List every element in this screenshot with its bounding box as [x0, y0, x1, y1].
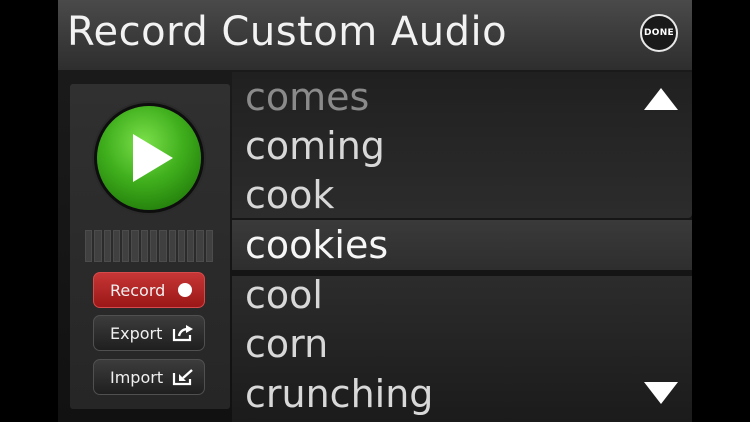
- level-meter: [85, 230, 213, 262]
- list-item-selected[interactable]: cookies: [232, 220, 692, 270]
- meter-segment: [168, 230, 176, 262]
- list-item[interactable]: cool: [232, 270, 692, 320]
- meter-segment: [159, 230, 167, 262]
- page-title: Record Custom Audio: [67, 9, 508, 55]
- meter-segment: [140, 230, 148, 262]
- export-button[interactable]: Export: [93, 315, 205, 351]
- meter-segment: [122, 230, 130, 262]
- meter-segment: [196, 230, 204, 262]
- list-item[interactable]: coming: [232, 121, 692, 171]
- record-button[interactable]: Record: [93, 272, 205, 308]
- list-item[interactable]: cook: [232, 170, 692, 220]
- header-bar: Record Custom Audio DONE: [58, 0, 692, 71]
- list-item[interactable]: corn: [232, 319, 692, 369]
- meter-segment: [103, 230, 111, 262]
- play-button[interactable]: [97, 106, 201, 210]
- recording-control-panel: Record Export Import: [70, 84, 230, 409]
- meter-segment: [85, 230, 93, 262]
- export-icon: [172, 325, 193, 342]
- triangle-up-icon[interactable]: [644, 88, 678, 110]
- record-dot-icon: [178, 283, 192, 297]
- import-label: Import: [110, 367, 164, 387]
- app-window: Record Custom Audio DONE Record Export I…: [58, 0, 692, 422]
- word-list[interactable]: comes coming cook cookies cool corn crun…: [232, 72, 692, 422]
- meter-segment: [177, 230, 186, 262]
- list-item[interactable]: comes: [232, 72, 692, 122]
- list-item[interactable]: crunching: [232, 369, 692, 419]
- meter-segment: [187, 230, 195, 262]
- record-label: Record: [110, 280, 166, 300]
- done-button[interactable]: DONE: [640, 14, 678, 52]
- meter-segment: [112, 230, 121, 262]
- import-icon: [172, 369, 193, 386]
- meter-segment: [149, 230, 158, 262]
- import-button[interactable]: Import: [93, 359, 205, 395]
- meter-segment: [205, 230, 213, 262]
- meter-segment: [131, 230, 139, 262]
- triangle-down-icon[interactable]: [644, 382, 678, 404]
- play-icon: [133, 134, 173, 182]
- meter-segment: [94, 230, 102, 262]
- export-label: Export: [110, 323, 163, 343]
